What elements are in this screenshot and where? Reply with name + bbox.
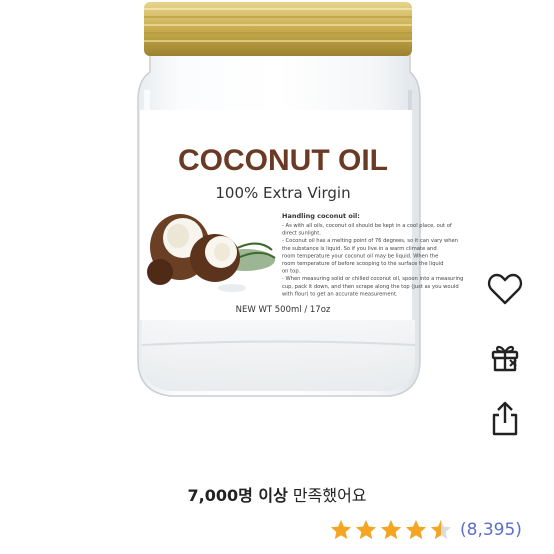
gift-button[interactable] (480, 334, 530, 380)
heart-icon (487, 273, 523, 305)
star-icon (330, 519, 352, 541)
handling-line: the substance is liquid. So if you live … (282, 246, 437, 252)
star-icon (430, 519, 452, 541)
star-icon (380, 519, 402, 541)
star-rating (330, 519, 452, 541)
satisfaction-text: 7,000명 이상 만족했어요 (0, 482, 554, 506)
handling-line: - When measuring solid or chilled coconu… (282, 276, 463, 282)
label-title: COCONUT OIL (178, 144, 388, 177)
satisfaction-count: 7,000명 이상 (187, 486, 288, 505)
share-button[interactable] (480, 396, 530, 442)
handling-line: cup, pack it down, and then scrape along… (282, 284, 459, 290)
handling-line: - Coconut oil has a melting point of 76 … (282, 238, 458, 244)
label-subtitle: 100% Extra Virgin (215, 184, 350, 202)
handling-line: with flour) to get an accurate measureme… (282, 291, 398, 297)
star-icon (355, 519, 377, 541)
handling-line: room temperature of before scooping to t… (282, 261, 443, 267)
rating[interactable]: (8,395) (330, 516, 522, 544)
share-icon (492, 401, 518, 436)
product-image: COCONUT OIL 100% Extra Virgin Handling c… (137, 2, 463, 397)
handling-heading: Handling coconut oil: (282, 212, 360, 220)
gift-icon (491, 345, 519, 372)
net-weight: NEW WT 500ml / 17oz (236, 305, 331, 315)
review-count[interactable]: (8,395) (460, 520, 522, 540)
handling-line: room temperature your coconut oil may be… (282, 253, 438, 259)
handling-line: direct sunlight. (282, 231, 321, 237)
jar-lid (144, 2, 412, 56)
handling-line: on top. (282, 269, 301, 275)
star-icon (405, 519, 427, 541)
like-button[interactable] (480, 266, 530, 312)
satisfaction-suffix: 만족했어요 (287, 486, 367, 505)
handling-line: - As with all oils, coconut oil should b… (282, 223, 452, 229)
